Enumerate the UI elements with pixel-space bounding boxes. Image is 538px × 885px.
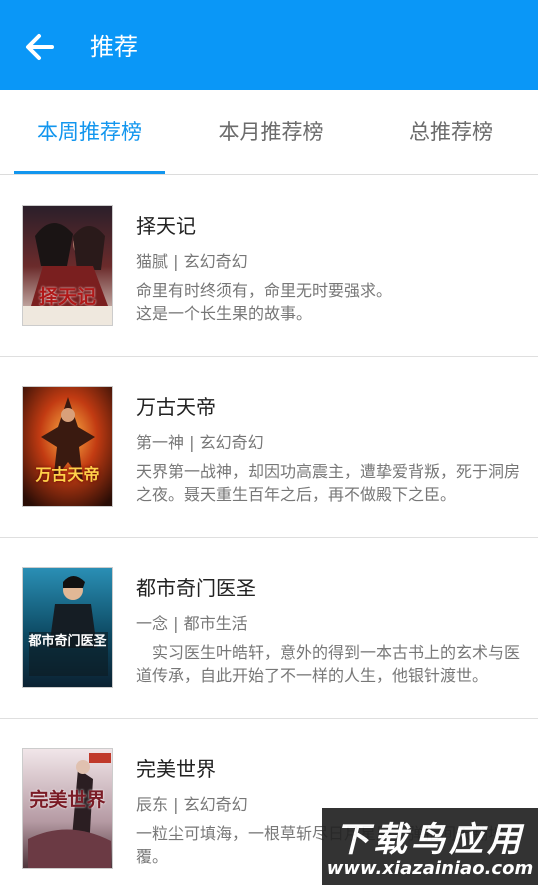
book-description: 天界第一战神，却因功高震主，遭挚爱背叛，死于洞房之夜。聂天重生百年之后，再不做殿…	[136, 462, 521, 504]
book-item-wangutiandi[interactable]: 万古天帝 万古天帝 第一神 | 玄幻奇幻 天界第一战神，却因功高震主，遭挚爱背叛…	[0, 357, 538, 538]
book-author-genre: 猫腻 | 玄幻奇幻	[136, 252, 248, 271]
book-cover: 都市奇门医圣	[22, 567, 113, 688]
book-cover: 完美世界	[22, 748, 113, 869]
tab-bar: 本周推荐榜 本月推荐榜 总推荐榜	[0, 90, 538, 175]
page-title: 推荐	[90, 33, 138, 61]
cover-title: 择天记	[38, 286, 96, 308]
book-cover: 万古天帝	[22, 386, 113, 507]
cover-art	[23, 568, 112, 687]
book-author-genre: 第一神 | 玄幻奇幻	[136, 433, 264, 452]
book-item-dushiqimenyisheng[interactable]: 都市奇门医圣 都市奇门医圣 一念 | 都市生活 实习医生叶皓轩，意外的得到一本古…	[0, 538, 538, 719]
cover-title: 完美世界	[29, 789, 106, 811]
tab-total[interactable]: 总推荐榜	[378, 90, 524, 174]
cover-art	[23, 387, 112, 506]
book-author-genre: 辰东 | 玄幻奇幻	[136, 795, 248, 814]
watermark-logo: 下载鸟应用 www.xiazainiao.com	[322, 808, 538, 885]
tab-indicator	[14, 171, 165, 174]
book-title: 都市奇门医圣	[136, 576, 256, 600]
book-cover: 择天记	[22, 205, 113, 326]
book-list: 择天记 择天记 猫腻 | 玄幻奇幻 命里有时终须有，命里无时要强求。 这是一个长…	[0, 176, 538, 869]
arrow-left-icon	[26, 34, 54, 60]
watermark-title: 下载鸟应用	[335, 820, 525, 860]
cover-title: 都市奇门医圣	[28, 634, 107, 649]
book-description: 命里有时终须有，命里无时要强求。 这是一个长生果的故事。	[136, 281, 393, 323]
cover-title: 万古天帝	[35, 465, 100, 484]
app-bar: 推荐	[0, 0, 538, 90]
book-author-genre: 一念 | 都市生活	[136, 614, 248, 633]
book-item-zetianji[interactable]: 择天记 择天记 猫腻 | 玄幻奇幻 命里有时终须有，命里无时要强求。 这是一个长…	[0, 176, 538, 357]
tab-weekly[interactable]: 本周推荐榜	[14, 90, 165, 174]
book-title: 完美世界	[136, 757, 216, 781]
book-title: 万古天帝	[136, 395, 216, 419]
book-description: 实习医生叶皓轩，意外的得到一本古书上的玄术与医道传承，自此开始了不一样的人生，他…	[136, 643, 521, 685]
back-button[interactable]	[22, 29, 58, 65]
tab-monthly[interactable]: 本月推荐榜	[187, 90, 355, 174]
book-title: 择天记	[136, 214, 196, 238]
watermark-url: www.xiazainiao.com	[326, 858, 534, 879]
